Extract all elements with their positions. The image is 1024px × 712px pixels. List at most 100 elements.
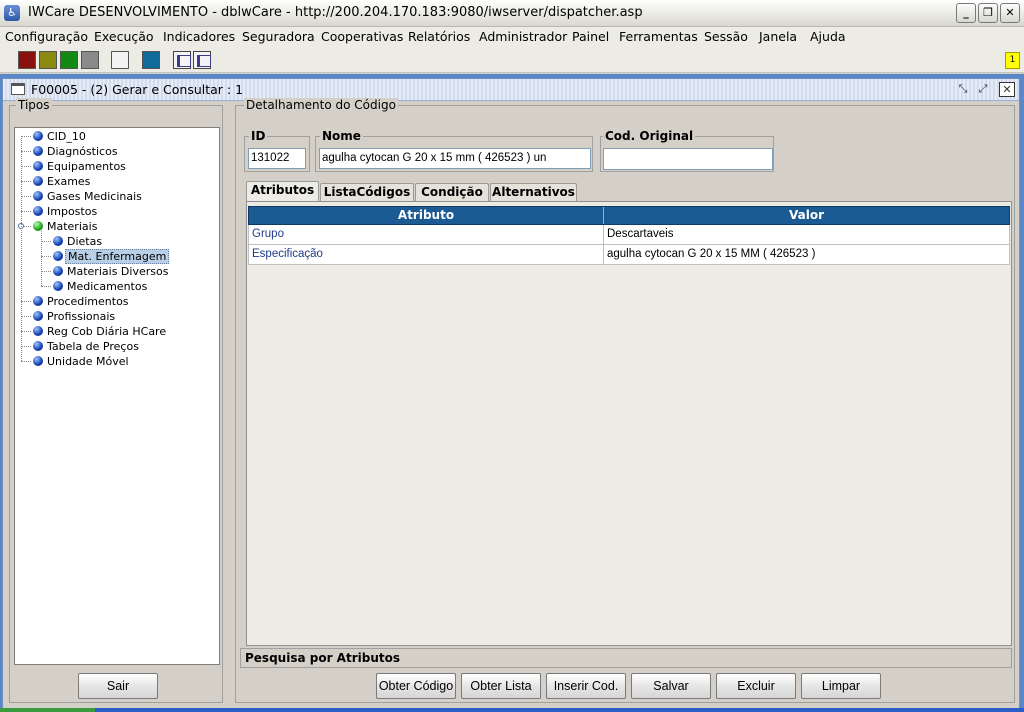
minimize-button[interactable]: _: [956, 3, 976, 23]
tree-node[interactable]: Equipamentos: [33, 159, 128, 174]
color-swatch-blue[interactable]: [142, 51, 160, 69]
table-row[interactable]: Grupo Descartaveis: [248, 225, 1010, 245]
tab-alternativos[interactable]: Alternativos: [490, 183, 577, 201]
tree-view-icon[interactable]: [173, 51, 191, 69]
frame-title-bar: F00005 - (2) Gerar e Consultar : 1 ⤡ ⤢ ✕: [3, 79, 1019, 101]
tree-connector: [41, 286, 51, 287]
maximize-button[interactable]: ❐: [978, 3, 998, 23]
tipos-label: Tipos: [16, 98, 52, 112]
start-button[interactable]: [0, 708, 95, 712]
node-bullet-icon: [33, 161, 43, 171]
frame-title: F00005 - (2) Gerar e Consultar : 1: [31, 82, 244, 97]
obter-codigo-button[interactable]: Obter Código: [376, 673, 456, 699]
notification-badge[interactable]: 1: [1005, 52, 1020, 69]
tree-node[interactable]: Reg Cob Diária HCare: [33, 324, 168, 339]
node-bullet-icon: [33, 326, 43, 336]
nome-field[interactable]: agulha cytocan G 20 x 15 mm ( 426523 ) u…: [319, 148, 591, 169]
nome-group: Nome agulha cytocan G 20 x 15 mm ( 42652…: [315, 129, 593, 172]
tree-node[interactable]: Tabela de Preços: [33, 339, 141, 354]
color-swatch-red[interactable]: [18, 51, 36, 69]
tree-node[interactable]: Materiais: [33, 219, 99, 234]
cod-original-field[interactable]: [603, 148, 773, 170]
node-bullet-icon: [33, 311, 43, 321]
menu-configuracao[interactable]: Configuração: [5, 29, 88, 44]
tree-node-label: Impostos: [47, 205, 98, 218]
tree-node-label: Equipamentos: [47, 160, 126, 173]
tree-node[interactable]: Unidade Móvel: [33, 354, 131, 369]
tree-node-label: Materiais Diversos: [67, 265, 169, 278]
tree-connector: [21, 211, 31, 212]
tree-node-label: Gases Medicinais: [47, 190, 142, 203]
table-row[interactable]: Especificação agulha cytocan G 20 x 15 M…: [248, 245, 1010, 265]
tab-atributos[interactable]: Atributos: [246, 181, 319, 202]
sair-button[interactable]: Sair: [78, 673, 158, 699]
menu-ajuda[interactable]: Ajuda: [810, 29, 846, 44]
menu-seguradora[interactable]: Seguradora: [242, 29, 315, 44]
inserir-cod-button[interactable]: Inserir Cod.: [546, 673, 626, 699]
tree-connector: [21, 301, 31, 302]
tab-listacodigos[interactable]: ListaCódigos: [320, 183, 414, 201]
menu-sessao[interactable]: Sessão: [704, 29, 748, 44]
tree-node-label: Tabela de Preços: [47, 340, 139, 353]
close-button[interactable]: ✕: [1000, 3, 1020, 23]
tree-node[interactable]: Procedimentos: [33, 294, 131, 309]
menu-execucao[interactable]: Execução: [94, 29, 154, 44]
obter-lista-button[interactable]: Obter Lista: [461, 673, 541, 699]
node-bullet-icon: [33, 206, 43, 216]
tab-condicao[interactable]: Condição: [415, 183, 489, 201]
menu-cooperativas[interactable]: Cooperativas: [321, 29, 403, 44]
tree-connector: [21, 346, 31, 347]
tree-node[interactable]: Exames: [33, 174, 92, 189]
tree-node[interactable]: Diagnósticos: [33, 144, 120, 159]
close-icon[interactable]: ✕: [999, 82, 1015, 97]
node-bullet-icon: [33, 191, 43, 201]
color-swatch-green[interactable]: [60, 51, 78, 69]
tree-connector: [41, 271, 51, 272]
frame-window-icon: [11, 83, 25, 95]
tree-connector: [21, 151, 31, 152]
id-field[interactable]: 131022: [248, 148, 306, 169]
node-bullet-icon: [33, 131, 43, 141]
tree-node[interactable]: Profissionais: [33, 309, 117, 324]
excluir-button[interactable]: Excluir: [716, 673, 796, 699]
tree-node[interactable]: CID_10: [33, 129, 88, 144]
column-header-atributo[interactable]: Atributo: [249, 207, 604, 224]
cell-atributo: Especificação: [249, 245, 604, 264]
node-bullet-icon: [53, 251, 63, 261]
node-bullet-icon: [33, 341, 43, 351]
tree-node[interactable]: Mat. Enfermagem: [53, 249, 170, 264]
tree-connector: [21, 136, 31, 137]
taskbar: [0, 708, 1024, 712]
pesquisa-atributos-bar[interactable]: Pesquisa por Atributos: [240, 648, 1012, 668]
menu-painel[interactable]: Painel: [572, 29, 609, 44]
tree-node[interactable]: Gases Medicinais: [33, 189, 144, 204]
limpar-button[interactable]: Limpar: [801, 673, 881, 699]
tree-node-label: Medicamentos: [67, 280, 148, 293]
restore-icon: ❐: [983, 6, 993, 19]
menu-bar: Configuração Execução Indicadores Segura…: [0, 27, 1024, 47]
atributos-table: Atributo Valor Grupo Descartaveis Especi…: [248, 206, 1010, 265]
restore-icon[interactable]: ⤡: [955, 82, 971, 97]
desktop-area: F00005 - (2) Gerar e Consultar : 1 ⤡ ⤢ ✕…: [0, 74, 1024, 712]
tree-node[interactable]: Impostos: [33, 204, 99, 219]
tree-node[interactable]: Materiais Diversos: [53, 264, 170, 279]
tree-node[interactable]: Medicamentos: [53, 279, 149, 294]
menu-administrador[interactable]: Administrador: [479, 29, 567, 44]
column-header-valor[interactable]: Valor: [604, 207, 1009, 224]
menu-relatorios[interactable]: Relatórios: [408, 29, 470, 44]
windows-icon[interactable]: [193, 51, 211, 69]
menu-janela[interactable]: Janela: [759, 29, 797, 44]
node-bullet-icon: [33, 296, 43, 306]
color-swatch-olive[interactable]: [39, 51, 57, 69]
tree-connector: [41, 256, 51, 257]
menu-indicadores[interactable]: Indicadores: [163, 29, 235, 44]
node-bullet-icon: [53, 236, 63, 246]
color-swatch-gray[interactable]: [81, 51, 99, 69]
cell-valor: agulha cytocan G 20 x 15 MM ( 426523 ): [604, 245, 1010, 264]
salvar-button[interactable]: Salvar: [631, 673, 711, 699]
tree-node[interactable]: Dietas: [53, 234, 104, 249]
nome-label: Nome: [320, 129, 363, 143]
menu-ferramentas[interactable]: Ferramentas: [619, 29, 698, 44]
maximize-icon[interactable]: ⤢: [975, 82, 991, 97]
color-swatch-white[interactable]: [111, 51, 129, 69]
